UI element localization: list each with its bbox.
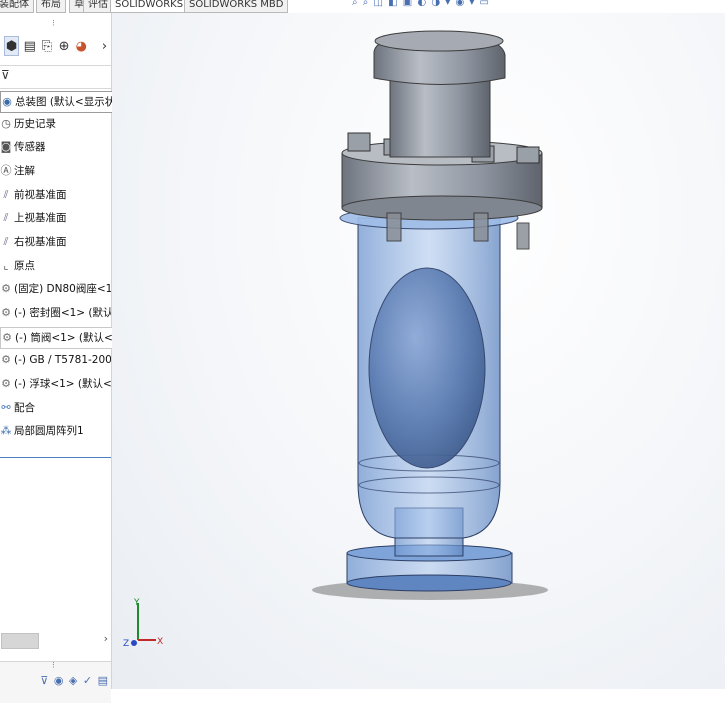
pattern-icon: ⁂ [0,424,12,437]
tree-item-right-plane[interactable]: ⫽ 右视基准面 [0,232,67,252]
tab-layout[interactable]: 布局 [36,0,66,13]
component-icon: ⚙ [2,331,12,344]
configuration-manager-tab-icon[interactable]: ⎘ [40,37,53,55]
component-icon: ⚙ [1,377,11,390]
bottom-grip[interactable]: ⁝ [52,661,55,671]
component-icon: ⚙ [1,282,11,295]
tree-item-label: 上视基准面 [14,212,67,224]
tree-item-top-plane[interactable]: ⫽ 上视基准面 [0,208,67,228]
tree-item-component-seal[interactable]: ⚙(-) 密封圈<1> (默认<<默认 [0,303,111,323]
graphics-area[interactable]: Y X Z [112,13,725,689]
tree-item-label: 原点 [14,260,35,272]
property-manager-tab-icon[interactable]: ▤ [23,37,36,55]
panel-bottom-bar: ⁝ ⊽ ◉ ◈ ✓ ▤ [0,661,111,703]
command-manager: 装配体 布局 草图 评估 SOLIDWORKS 插件 SOLIDWORKS MB… [0,0,725,13]
panel-more-chevron-icon[interactable]: › [98,37,111,55]
dimxpert-manager-tab-icon[interactable]: ⊕ [58,37,71,55]
filter-icon[interactable]: ⊽ [1,68,10,82]
tree-divider [0,457,111,458]
tree-filter-row[interactable]: ⊽ [0,65,111,89]
tree-item-component-float[interactable]: ⚙(-) 浮球<1> (默认<<默认>_ [0,374,111,394]
tree-item-annotations[interactable]: Ⓐ 注解 [0,161,36,181]
tree-item-history[interactable]: ◷ 历史记录 [0,114,56,134]
tree-item-origin[interactable]: ⌞ 原点 [0,256,35,276]
mate-icon: ⚯ [1,401,11,414]
plane-icon: ⫽ [3,235,9,248]
history-icon: ◷ [1,117,11,130]
tree-item-sensors[interactable]: ◙ 传感器 [0,137,46,157]
tree-item-mates[interactable]: ⚯ 配合 [0,398,35,418]
tree-item-label: 右视基准面 [14,236,67,248]
component-icon: ⚙ [1,306,11,319]
tree-item-label: 传感器 [14,141,46,153]
tree-item-label: 注解 [14,165,35,177]
scroll-right-arrow-icon[interactable]: › [104,632,108,645]
float-ball[interactable] [368,267,486,469]
triad-x-label: X [157,637,163,647]
assembly-icon: ◉ [2,95,12,108]
plane-icon: ⫽ [3,211,9,224]
tree-item-component-dn80[interactable]: ⚙(固定) DN80阀座<1> (CAR [0,279,111,299]
tree-item-component-hexnut[interactable]: ⚙(-) GB / T5781-2000六角头 [0,350,111,370]
tree-item-label: 配合 [14,402,35,414]
origin-icon: ⌞ [3,259,9,272]
horizontal-scrollbar[interactable]: › [0,631,111,649]
bottom-toolbar-icons[interactable]: ⊽ ◉ ◈ ✓ ▤ [40,674,109,687]
tree-item-label: (-) 筒阀<1> (默认<<默认>_ [15,332,116,344]
vent-stem[interactable] [389,74,491,158]
tree-item-circular-pattern[interactable]: ⁂ 局部圆周阵列1 [0,421,84,441]
vent-cap[interactable] [373,30,506,85]
tree-item-label: (-) GB / T5781-2000六角头 [14,354,111,366]
coordinate-triad: Y X Z [123,598,163,649]
scrollbar-thumb[interactable] [1,633,39,649]
tree-item-label: 历史记录 [14,118,56,130]
feature-manager-panel: ⁝ ⬢ ▤ ⎘ ⊕ ◕ › ⊽ ◉ 总装图 (默认<显示状态-1>) ◷ 历史记录 … [0,13,154,703]
hex-nut [347,132,371,152]
tree-item-label: (-) 浮球<1> (默认<<默认>_ [14,378,111,390]
sensor-icon: ◙ [0,140,12,153]
heads-up-view-toolbar[interactable]: ⌕ ⌕ ◫ ◧ ▣ ◐ ◑ ▾ ◉ ▾ ▭ [352,0,490,9]
triad-y-label: Y [133,598,140,608]
panel-tab-bar: ⬢ ▤ ⎘ ⊕ ◕ › [0,33,111,59]
tree-item-label: (-) 密封圈<1> (默认<<默认 [14,307,111,319]
display-manager-tab-icon[interactable]: ◕ [75,37,88,55]
tree-item-component-cylinder[interactable]: ⚙(-) 筒阀<1> (默认<<默认>_ [0,327,117,349]
tree-item-label: 局部圆周阵列1 [14,425,84,437]
tab-assembly[interactable]: 装配体 [0,0,34,13]
annotation-icon: Ⓐ [0,164,12,177]
tree-item-label: 前视基准面 [14,189,67,201]
feature-manager-tab-icon[interactable]: ⬢ [4,36,20,56]
plane-icon: ⫽ [3,188,9,201]
hex-nut [516,146,540,164]
component-icon: ⚙ [1,353,11,366]
tree-item-label: (固定) DN80阀座<1> (CAR [14,283,111,295]
triad-z-label: Z [123,639,129,649]
tab-evaluate[interactable]: 评估 [83,0,113,13]
tree-item-front-plane[interactable]: ⫽ 前视基准面 [0,185,67,205]
tab-solidworks-mbd[interactable]: SOLIDWORKS MBD [184,0,289,13]
panel-grip[interactable]: ⁝ [52,19,55,29]
model-view: Y X Z [123,30,548,649]
